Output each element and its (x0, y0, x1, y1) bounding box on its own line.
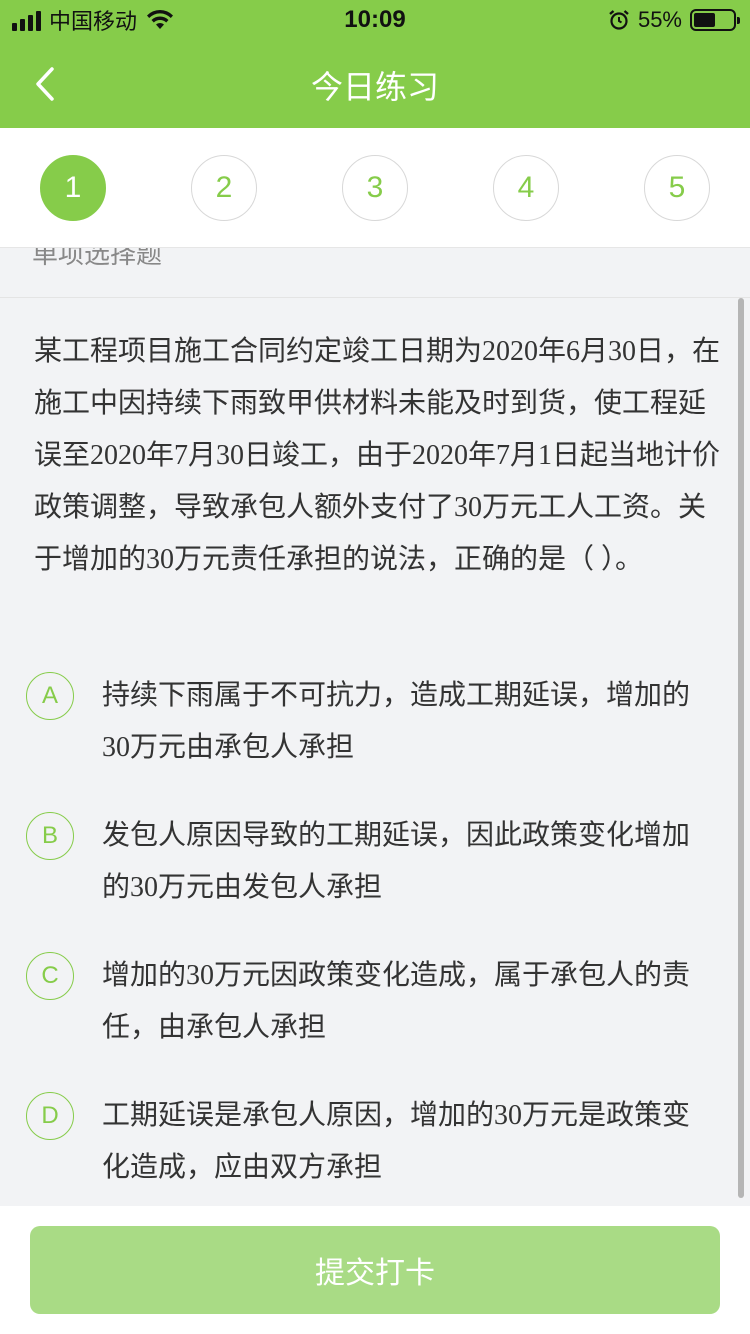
step-5[interactable]: 5 (644, 154, 710, 221)
question-step-bar: 1 2 3 4 5 (0, 128, 750, 248)
option-letter-d: D (26, 1092, 74, 1140)
status-bar: 中国移动 10:09 55% (0, 0, 750, 40)
page-title: 今日练习 (310, 68, 439, 106)
battery-percent: 55% (637, 7, 682, 32)
question-text: 某工程项目施工合同约定竣工日期为2020年6月30日，在施工中因持续下雨致甲供材… (34, 336, 721, 575)
status-right: 55% (608, 6, 740, 34)
option-text-d: 工期延误是承包人原因，增加的30万元是政策变化造成，应由双方承担 (102, 1100, 691, 1183)
option-letter-a: A (26, 672, 74, 720)
option-text-b: 发包人原因导致的工期延误，因此政策变化增加的30万元由发包人承担 (102, 820, 691, 903)
submit-checkin-button[interactable]: 提交打卡 (30, 1226, 720, 1314)
battery-cap (737, 17, 740, 24)
option-a[interactable]: A 持续下雨属于不可抗力，造成工期延误，增加的30万元由承包人承担 (26, 670, 726, 774)
option-letter-b: B (26, 812, 74, 860)
question-content: 某工程项目施工合同约定竣工日期为2020年6月30日，在施工中因持续下雨致甲供材… (0, 298, 750, 1206)
step-4[interactable]: 4 (493, 154, 559, 221)
nav-bar: 今日练习 (0, 40, 750, 128)
option-letter-c: C (26, 952, 74, 1000)
option-text-c: 增加的30万元因政策变化造成，属于承包人的责任，由承包人承担 (102, 960, 691, 1043)
alarm-clock-icon (609, 10, 629, 30)
option-d[interactable]: D 工期延误是承包人原因，增加的30万元是政策变化造成，应由双方承担 (26, 1090, 726, 1194)
question-type-label: 单项选择题 (32, 248, 163, 270)
battery-icon (690, 9, 740, 31)
scrollbar[interactable] (738, 298, 744, 1198)
section-header: 单项选择题 (0, 248, 750, 298)
option-text-a: 持续下雨属于不可抗力，造成工期延误，增加的30万元由承包人承担 (102, 680, 691, 763)
step-1[interactable]: 1 (40, 154, 106, 221)
step-3[interactable]: 3 (342, 154, 408, 221)
footer: 提交打卡 (0, 1206, 750, 1334)
option-c[interactable]: C 增加的30万元因政策变化造成，属于承包人的责任，由承包人承担 (26, 950, 726, 1054)
battery-fill (694, 13, 715, 27)
step-2[interactable]: 2 (191, 154, 257, 221)
option-b[interactable]: B 发包人原因导致的工期延误，因此政策变化增加的30万元由发包人承担 (26, 810, 726, 914)
